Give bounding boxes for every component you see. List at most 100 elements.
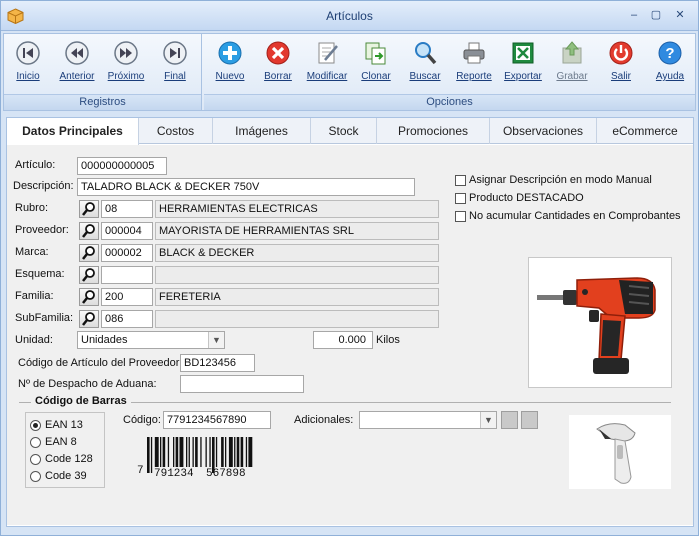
codigo-label: Código: bbox=[123, 414, 161, 426]
clonar-button[interactable]: Clonar bbox=[352, 38, 400, 88]
radio-code128[interactable]: Code 128 bbox=[30, 453, 93, 465]
checkbox-box[interactable] bbox=[455, 192, 466, 204]
barcode-bar bbox=[186, 437, 188, 467]
descripcion-field[interactable]: TALADRO BLACK & DECKER 750V bbox=[77, 178, 415, 196]
radio-ean8[interactable]: EAN 8 bbox=[30, 436, 77, 448]
radio-code39[interactable]: Code 39 bbox=[30, 470, 87, 482]
inicio-button[interactable]: Inicio bbox=[4, 38, 52, 88]
last-icon bbox=[163, 41, 187, 65]
chevron-down-icon[interactable]: ▼ bbox=[208, 332, 224, 348]
clonar-label: Clonar bbox=[361, 71, 391, 82]
codigo-barras-field[interactable]: 7791234567890 bbox=[163, 411, 271, 429]
radio-code128-label: Code 128 bbox=[45, 453, 93, 465]
chevron-down-icon[interactable]: ▼ bbox=[480, 412, 496, 428]
barcode-section-title: Código de Barras bbox=[31, 395, 131, 407]
reporte-label: Reporte bbox=[456, 71, 492, 82]
drill-image-icon bbox=[537, 277, 656, 374]
esquema-code-field[interactable] bbox=[101, 266, 153, 284]
familia-name-field: FERETERIA bbox=[155, 288, 439, 306]
minimize-icon: – bbox=[630, 9, 638, 21]
grabar-label: Grabar bbox=[556, 71, 588, 82]
radio-ean13[interactable]: EAN 13 bbox=[30, 419, 83, 431]
proveedor-name-field: MAYORISTA DE HERRAMIENTAS SRL bbox=[155, 222, 439, 240]
checkbox-box[interactable] bbox=[455, 174, 466, 186]
barcode-bar bbox=[167, 437, 170, 467]
grabar-button[interactable]: Grabar bbox=[548, 38, 596, 88]
peso-field[interactable]: 0.000 bbox=[313, 331, 373, 349]
proximo-label: Próximo bbox=[107, 71, 145, 82]
radio-circle[interactable] bbox=[30, 419, 41, 431]
add-icon bbox=[218, 41, 242, 65]
radio-circle[interactable] bbox=[30, 470, 41, 482]
barcode-bar bbox=[173, 437, 175, 467]
ayuda-button[interactable]: ? Ayuda bbox=[646, 38, 694, 88]
product-image[interactable] bbox=[528, 257, 672, 388]
esquema-lookup-button[interactable] bbox=[79, 266, 99, 284]
salir-button[interactable]: Salir bbox=[597, 38, 645, 88]
marca-code-field[interactable]: 000002 bbox=[101, 244, 153, 262]
subfamilia-code-field[interactable]: 086 bbox=[101, 310, 153, 328]
articulos-window: Artículos – ▢ ✕ Inicio Anterior Próximo … bbox=[0, 0, 699, 536]
rubro-name-field: HERRAMIENTAS ELECTRICAS bbox=[155, 200, 439, 218]
radio-circle[interactable] bbox=[30, 436, 41, 448]
tab-datos-principales[interactable]: Datos Principales bbox=[7, 118, 139, 145]
familia-lookup-button[interactable] bbox=[79, 288, 99, 306]
barcode-scanner-icon bbox=[596, 423, 636, 484]
unidad-select[interactable]: Unidades ▼ bbox=[77, 331, 225, 349]
borrar-button[interactable]: Borrar bbox=[254, 38, 302, 88]
tab-costos[interactable]: Costos bbox=[139, 118, 213, 144]
adicionales-select[interactable]: ▼ bbox=[359, 411, 497, 429]
adicionales-label: Adicionales: bbox=[294, 414, 354, 426]
barcode-bar bbox=[234, 437, 236, 467]
minimize-button[interactable]: – bbox=[625, 7, 643, 23]
barcode-bar bbox=[236, 437, 240, 467]
final-button[interactable]: Final bbox=[151, 38, 199, 88]
group-registros: Inicio Anterior Próximo Final Registros bbox=[4, 34, 202, 110]
adicionales-remove-button[interactable] bbox=[521, 411, 538, 429]
asignar-descripcion-checkbox[interactable]: Asignar Descripción en modo Manual bbox=[455, 174, 652, 186]
rubro-lookup-button[interactable] bbox=[79, 200, 99, 218]
codigo-proveedor-field[interactable]: BD123456 bbox=[180, 354, 255, 372]
adicionales-add-button[interactable] bbox=[501, 411, 518, 429]
maximize-button[interactable]: ▢ bbox=[647, 7, 665, 23]
barcode-bar bbox=[162, 437, 166, 467]
proveedor-lookup-button[interactable] bbox=[79, 222, 99, 240]
tab-ecommerce[interactable]: eCommerce bbox=[597, 118, 693, 144]
registros-caption: Registros bbox=[4, 94, 201, 110]
previous-icon bbox=[65, 41, 89, 65]
anterior-button[interactable]: Anterior bbox=[53, 38, 101, 88]
nuevo-button[interactable]: Nuevo bbox=[206, 38, 254, 88]
edit-icon bbox=[318, 42, 338, 64]
lookup-search-icon bbox=[82, 268, 95, 282]
tab-promociones[interactable]: Promociones bbox=[377, 118, 490, 144]
anterior-label: Anterior bbox=[59, 71, 95, 82]
rubro-code-field[interactable]: 08 bbox=[101, 200, 153, 218]
buscar-button[interactable]: Buscar bbox=[401, 38, 449, 88]
checkbox-box[interactable] bbox=[455, 210, 466, 222]
articulo-field[interactable]: 000000000005 bbox=[77, 157, 167, 175]
exportar-button[interactable]: Exportar bbox=[499, 38, 547, 88]
subfamilia-lookup-button[interactable] bbox=[79, 310, 99, 328]
exportar-label: Exportar bbox=[504, 71, 542, 82]
close-button[interactable]: ✕ bbox=[671, 7, 689, 23]
proximo-button[interactable]: Próximo bbox=[102, 38, 150, 88]
tab-imagenes[interactable]: Imágenes bbox=[213, 118, 311, 144]
despacho-aduana-field[interactable] bbox=[180, 375, 304, 393]
marca-lookup-button[interactable] bbox=[79, 244, 99, 262]
familia-code-field[interactable]: 200 bbox=[101, 288, 153, 306]
proveedor-code-field[interactable]: 000004 bbox=[101, 222, 153, 240]
save-icon bbox=[562, 41, 582, 64]
no-acumular-checkbox[interactable]: No acumular Cantidades en Comprobantes bbox=[455, 210, 681, 222]
producto-destacado-checkbox[interactable]: Producto DESTACADO bbox=[455, 192, 584, 204]
tab-observaciones[interactable]: Observaciones bbox=[490, 118, 597, 144]
final-label: Final bbox=[164, 71, 186, 82]
inicio-label: Inicio bbox=[16, 71, 40, 82]
barcode-bar bbox=[150, 437, 153, 473]
tab-stock[interactable]: Stock bbox=[311, 118, 377, 144]
modificar-button[interactable]: Modificar bbox=[303, 38, 351, 88]
subfamilia-label: SubFamilia: bbox=[15, 312, 74, 324]
reporte-button[interactable]: Reporte bbox=[450, 38, 498, 88]
barcode-bar bbox=[245, 437, 248, 467]
radio-circle[interactable] bbox=[30, 453, 41, 465]
peso-unit-label: Kilos bbox=[376, 334, 400, 346]
